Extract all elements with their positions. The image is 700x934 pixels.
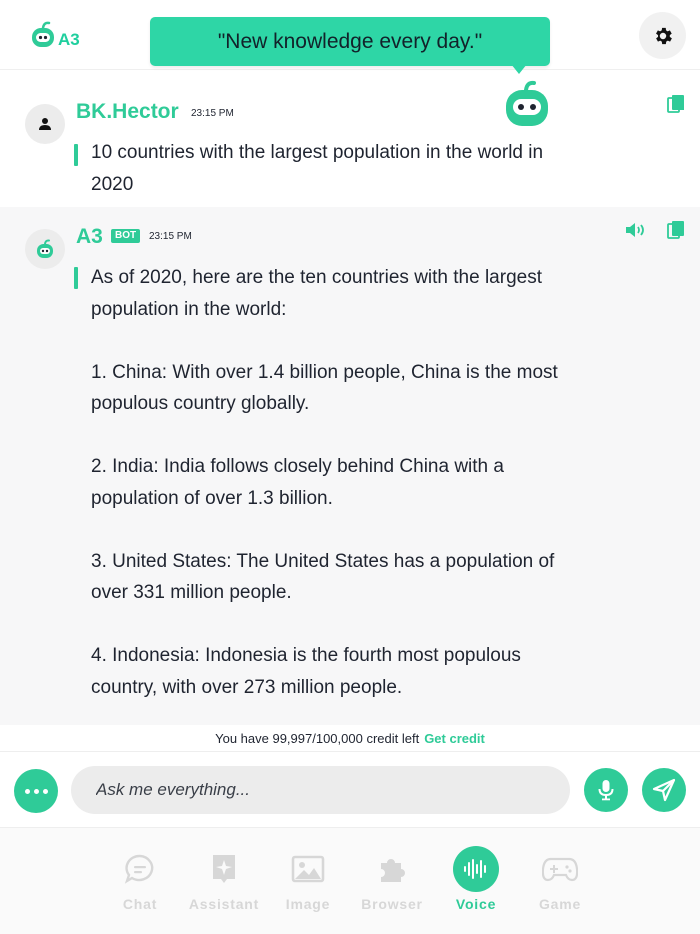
bot-icon — [37, 239, 53, 258]
user-message-time: 23:15 PM — [191, 108, 234, 119]
bot-sender-name: A3 — [76, 225, 103, 248]
speaker-icon[interactable] — [624, 221, 648, 239]
nav-item-browser[interactable]: Browser — [350, 846, 434, 926]
bot-logo-icon — [32, 21, 54, 47]
user-message: BK.Hector 23:15 PM 10 countries with the… — [0, 82, 700, 207]
user-message-text: 10 countries with the largest population… — [91, 142, 544, 195]
chat-icon — [117, 846, 163, 892]
tagline-banner: "New knowledge every day." — [150, 17, 550, 66]
image-icon — [285, 846, 331, 892]
nav-item-image[interactable]: Image — [266, 846, 350, 926]
microphone-icon — [598, 780, 614, 801]
bot-quote-bar — [74, 267, 78, 289]
nav-label-chat: Chat — [122, 896, 158, 912]
send-button[interactable] — [642, 768, 686, 812]
user-avatar — [25, 104, 65, 144]
microphone-button[interactable] — [584, 768, 628, 812]
composer — [0, 752, 700, 828]
bottom-nav: Chat Assistant Image Browser Voice Game — [0, 828, 700, 934]
credit-text: You have 99,997/100,000 credit left — [215, 731, 420, 746]
nav-label-image: Image — [285, 896, 331, 912]
user-sender-name: BK.Hector — [76, 100, 179, 123]
voice-wave-icon — [453, 846, 499, 892]
credit-line: You have 99,997/100,000 credit left Get c… — [0, 725, 700, 752]
nav-item-chat[interactable]: Chat — [98, 846, 182, 926]
assistant-icon — [201, 846, 247, 892]
gear-icon — [655, 27, 672, 44]
app-logo[interactable]: A3 — [30, 20, 80, 50]
nav-label-browser: Browser — [361, 896, 423, 912]
logo-text: A3 — [58, 30, 80, 49]
app-header: A3 "New knowledge every day." — [0, 0, 700, 70]
copy-icon[interactable] — [667, 94, 685, 114]
bot-message-text: As of 2020, here are the ten countries w… — [91, 267, 558, 698]
bot-badge: BOT — [111, 229, 141, 243]
nav-item-game[interactable]: Game — [518, 846, 602, 926]
dot-icon — [42, 788, 48, 794]
get-credit-link[interactable]: Get credit — [424, 731, 485, 746]
dot-icon — [24, 788, 30, 794]
gamepad-icon — [537, 846, 583, 892]
nav-label-game: Game — [538, 896, 582, 912]
more-options-button[interactable] — [14, 769, 58, 813]
bot-message-time: 23:15 PM — [149, 231, 192, 242]
send-icon — [652, 778, 676, 802]
user-icon — [39, 118, 51, 130]
nav-label-assistant: Assistant — [188, 896, 260, 912]
tagline-pointer — [511, 64, 527, 74]
message-input[interactable] — [71, 766, 570, 814]
nav-item-voice[interactable]: Voice — [434, 846, 518, 926]
user-quote-bar — [74, 144, 78, 166]
puzzle-icon — [369, 846, 415, 892]
bot-message: A3 BOT 23:15 PM As of 2020, here are the… — [0, 207, 700, 725]
dot-icon — [33, 788, 39, 794]
copy-icon[interactable] — [667, 220, 685, 240]
mascot-bot-icon — [506, 80, 548, 126]
settings-button[interactable] — [639, 12, 686, 59]
nav-item-assistant[interactable]: Assistant — [182, 846, 266, 926]
bot-avatar — [25, 229, 65, 269]
nav-label-voice: Voice — [455, 896, 497, 912]
